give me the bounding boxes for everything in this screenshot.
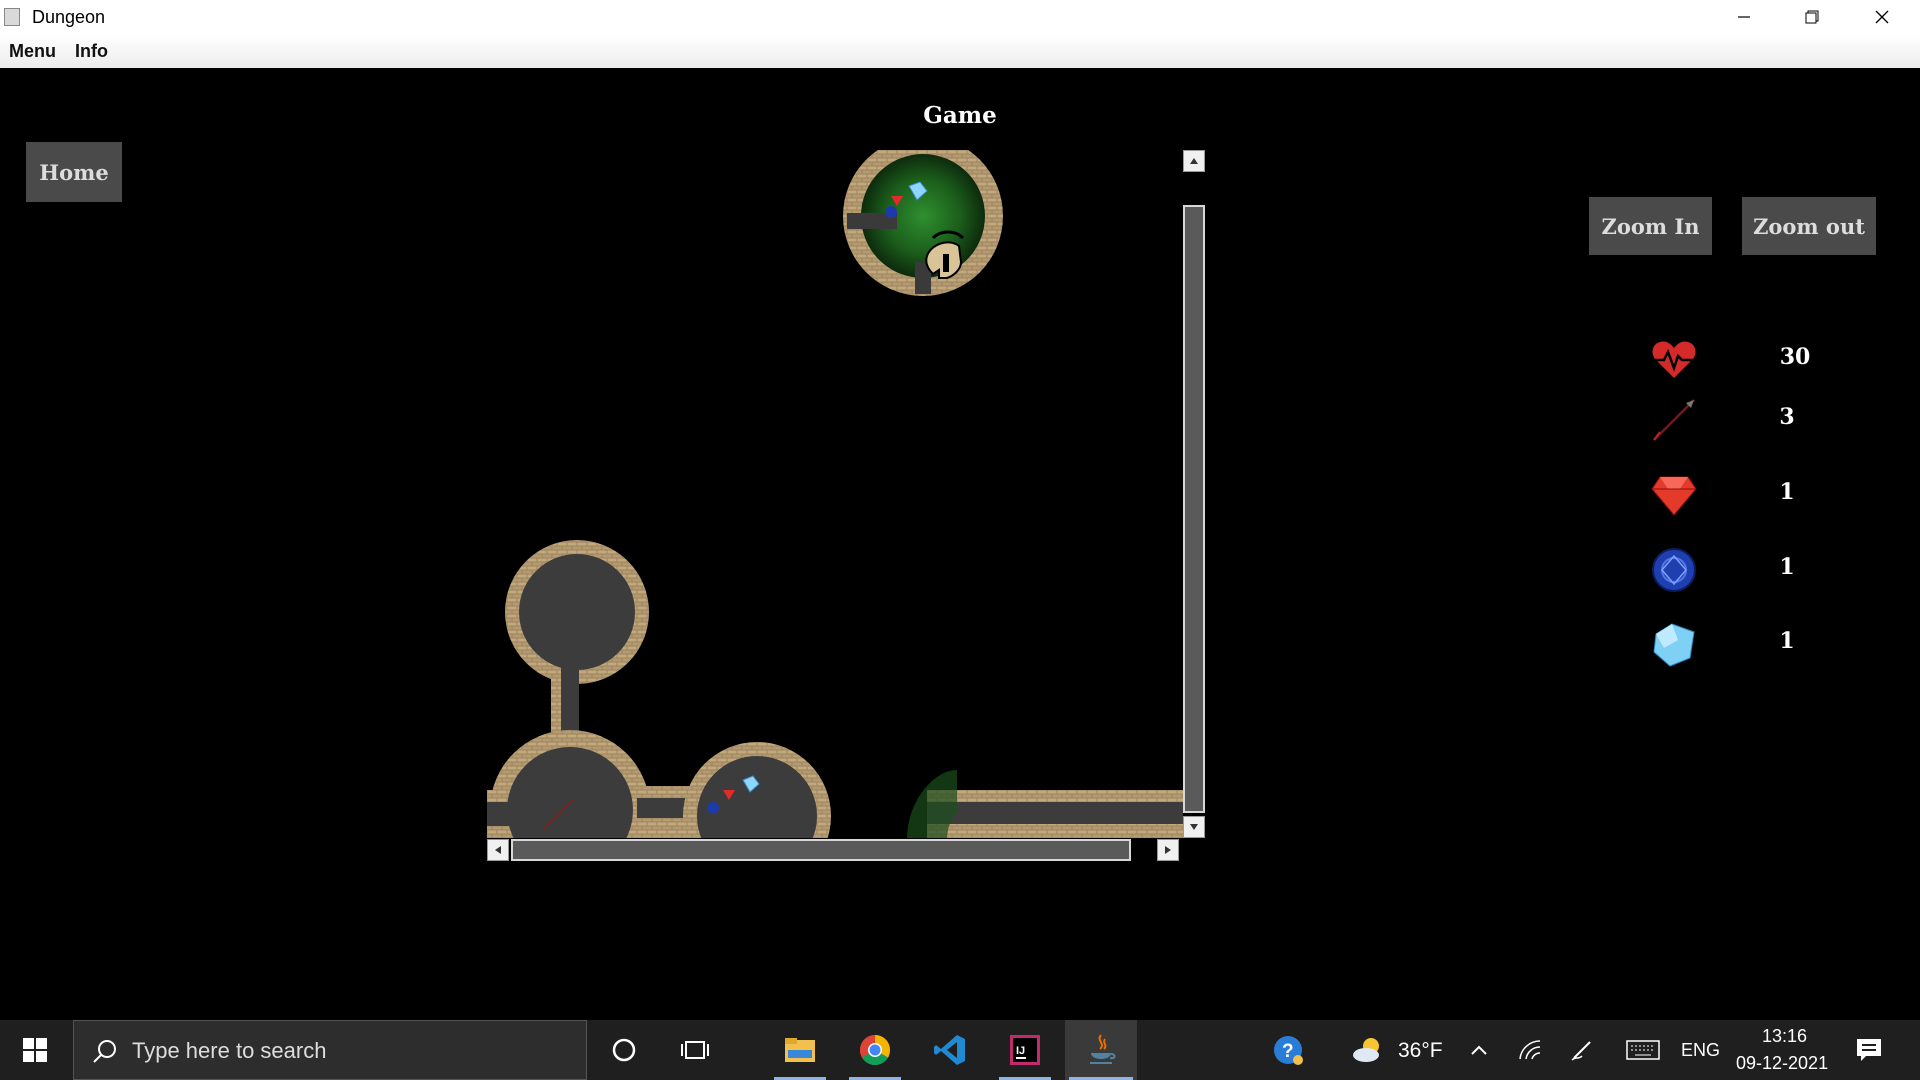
task-view-button[interactable] [665, 1020, 725, 1080]
start-button[interactable] [5, 1020, 65, 1080]
zoom-in-button[interactable]: Zoom In [1589, 197, 1712, 255]
svg-text:IJ: IJ [1016, 1045, 1025, 1057]
pen-icon [1571, 1041, 1591, 1061]
weather-temperature[interactable]: 36°F [1398, 1039, 1443, 1063]
taskbar-java-app[interactable] [1065, 1020, 1137, 1080]
scroll-right-button[interactable] [1157, 839, 1179, 861]
stat-sapphire: 1 [1640, 540, 1900, 600]
touch-keyboard-button[interactable] [1620, 1020, 1666, 1080]
java-icon [1090, 1034, 1116, 1064]
page-title: Game [923, 102, 997, 129]
tunnel-bottom-right [907, 770, 1183, 838]
show-hidden-icons-button[interactable] [1462, 1020, 1496, 1080]
menu-item-menu[interactable]: Menu [9, 41, 56, 62]
task-view-icon [681, 1041, 709, 1059]
pen-button[interactable] [1562, 1020, 1602, 1080]
notification-icon [1857, 1039, 1881, 1061]
horizontal-scroll-thumb[interactable] [511, 839, 1131, 861]
arrow-icon [1653, 399, 1695, 441]
taskbar-chrome[interactable] [845, 1020, 905, 1080]
stat-value-health: 30 [1779, 344, 1811, 370]
scroll-left-button[interactable] [487, 839, 509, 861]
taskbar-file-explorer[interactable] [770, 1020, 830, 1080]
chrome-icon [859, 1035, 891, 1066]
help-button[interactable]: ? [1258, 1020, 1318, 1080]
horizontal-scrollbar[interactable] [487, 838, 1183, 862]
ruby-icon [1651, 476, 1697, 516]
window-titlebar: Dungeon [0, 0, 1920, 34]
minimize-button[interactable] [1710, 0, 1778, 34]
close-button[interactable] [1848, 0, 1916, 34]
scroll-up-button[interactable] [1183, 150, 1205, 172]
clock-time[interactable]: 13:16 [1762, 1026, 1807, 1047]
windows-logo-icon [23, 1038, 47, 1062]
game-panel: Game Home Zoom In Zoom out 30 3 1 1 1 [0, 68, 1920, 1020]
network-button[interactable] [1510, 1020, 1550, 1080]
clock-date[interactable]: 09-12-2021 [1736, 1053, 1828, 1074]
chevron-up-icon [1471, 1045, 1487, 1055]
player-cave [843, 150, 1003, 296]
restore-icon [1805, 10, 1819, 24]
cortana-button[interactable] [594, 1020, 654, 1080]
search-icon [93, 1040, 116, 1063]
svg-text:?: ? [1282, 1041, 1294, 1062]
help-icon: ? [1274, 1036, 1303, 1065]
window-title: Dungeon [32, 7, 106, 27]
scroll-down-button[interactable] [1183, 816, 1205, 838]
notification-center-button[interactable] [1840, 1020, 1898, 1080]
weather-widget[interactable] [1348, 1020, 1388, 1080]
minimize-icon [1738, 16, 1750, 18]
stat-arrows: 3 [1640, 390, 1900, 450]
taskbar-search[interactable]: Type here to search [73, 1020, 587, 1080]
vertical-scrollbar[interactable] [1182, 150, 1206, 838]
stat-value-diamond: 1 [1779, 628, 1795, 654]
stat-value-ruby: 1 [1779, 479, 1795, 505]
zoom-out-button[interactable]: Zoom out [1742, 197, 1876, 255]
folder-icon [785, 1038, 815, 1062]
search-placeholder: Type here to search [132, 1038, 327, 1063]
home-button[interactable]: Home [26, 142, 122, 202]
cave-lower-middle [683, 742, 831, 838]
dungeon-map[interactable] [487, 150, 1183, 838]
heart-health-icon [1652, 341, 1696, 378]
stat-value-arrows: 3 [1779, 404, 1795, 430]
vscode-icon [934, 1035, 965, 1065]
menu-item-info[interactable]: Info [75, 41, 108, 62]
keyboard-icon [1626, 1040, 1660, 1060]
close-icon [1875, 10, 1889, 24]
stat-health: 30 [1640, 330, 1900, 390]
wifi-icon [1519, 1040, 1541, 1060]
intellij-icon: IJ [1010, 1035, 1040, 1065]
scroll-up-icon [1190, 158, 1198, 164]
input-language[interactable]: ENG [1681, 1040, 1720, 1061]
scroll-right-icon [1165, 846, 1171, 854]
restore-button[interactable] [1778, 0, 1846, 34]
vertical-scroll-thumb[interactable] [1183, 205, 1205, 813]
dungeon-canvas [487, 150, 1183, 838]
sapphire-icon [1652, 548, 1696, 592]
taskbar-intellij[interactable]: IJ [995, 1020, 1055, 1080]
scroll-left-icon [495, 846, 501, 854]
stat-diamond: 1 [1640, 614, 1900, 674]
weather-cloud-sun-icon [1353, 1038, 1379, 1062]
stat-ruby: 1 [1640, 465, 1900, 525]
java-app-icon [4, 8, 20, 26]
diamond-icon [1653, 623, 1695, 667]
taskbar-vscode[interactable] [920, 1020, 980, 1080]
scroll-down-icon [1190, 824, 1198, 830]
cortana-icon [612, 1038, 636, 1062]
taskbar: Type here to search IJ ? 36°F ENG 13:16 … [0, 1020, 1920, 1080]
menubar: Menu Info [0, 34, 1920, 69]
stat-value-sapphire: 1 [1779, 554, 1795, 580]
